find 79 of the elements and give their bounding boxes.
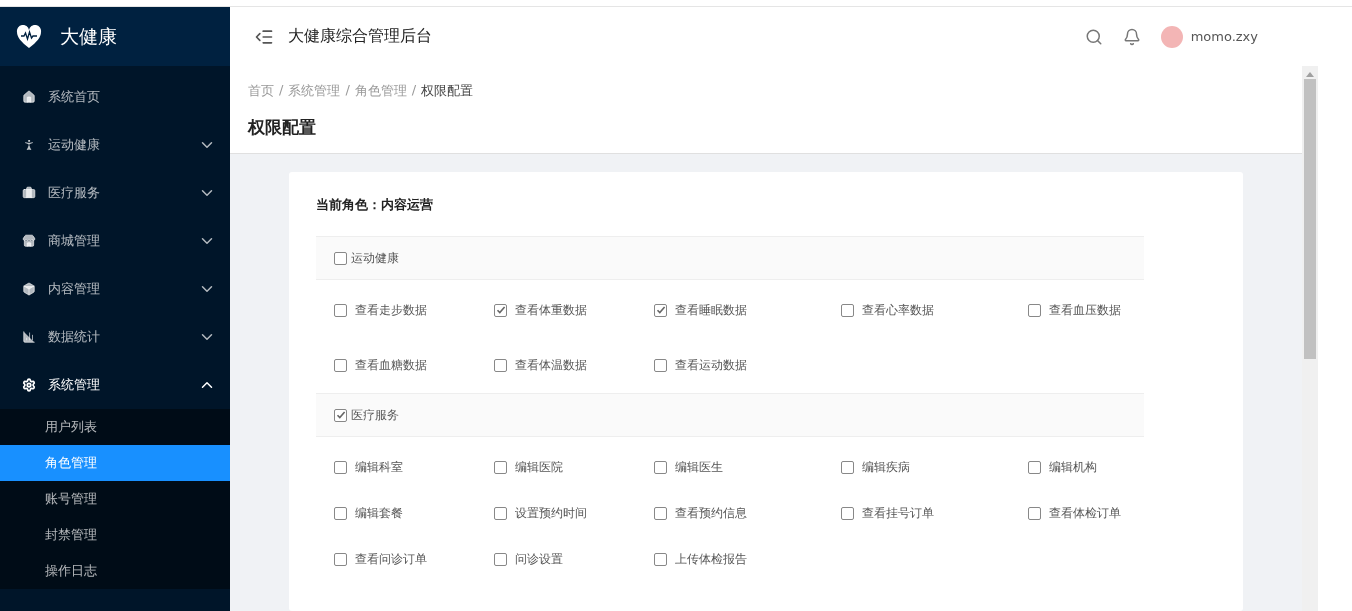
permission-checkbox[interactable]: 运动健康 — [334, 248, 399, 268]
permission-checkbox[interactable]: 查看血糖数据 — [334, 355, 494, 375]
scrollbar-thumb[interactable] — [1304, 79, 1316, 359]
submenu-item[interactable]: 账号管理 — [0, 481, 230, 517]
checkbox[interactable] — [654, 358, 667, 372]
menu-item[interactable]: 商城管理 — [0, 217, 230, 265]
submenu-item[interactable]: 操作日志 — [0, 553, 230, 589]
page-title: 权限配置 — [248, 116, 317, 139]
permission-checkbox[interactable]: 查看心率数据 — [841, 300, 1028, 320]
permission-checkbox[interactable]: 编辑科室 — [334, 457, 494, 477]
permission-checkbox[interactable]: 编辑套餐 — [334, 503, 494, 523]
checkbox[interactable] — [334, 251, 347, 265]
scrollbar[interactable] — [1302, 66, 1318, 611]
role-label: 当前角色：内容运营 — [316, 196, 434, 214]
permission-checkbox[interactable]: 查看走步数据 — [334, 300, 494, 320]
checkbox[interactable] — [494, 460, 507, 474]
menu-icon — [22, 330, 36, 344]
permission-checkbox[interactable]: 设置预约时间 — [494, 503, 654, 523]
checkbox[interactable] — [1028, 460, 1041, 474]
menu-icon — [22, 90, 36, 104]
permission-checkbox[interactable]: 查看预约信息 — [654, 503, 841, 523]
permission-checkbox[interactable]: 查看体重数据 — [494, 300, 654, 320]
checkbox[interactable] — [841, 460, 854, 474]
submenu-item[interactable]: 用户列表 — [0, 409, 230, 445]
permission-checkbox[interactable]: 查看问诊订单 — [334, 549, 494, 569]
checkbox[interactable] — [1028, 303, 1041, 317]
permission-checkbox[interactable]: 编辑医院 — [494, 457, 654, 477]
menu-item[interactable]: 系统管理 — [0, 361, 230, 409]
breadcrumb-separator: / — [279, 82, 284, 99]
checkbox[interactable] — [334, 460, 347, 474]
logo-text: 大健康 — [60, 23, 117, 49]
breadcrumb-separator: / — [411, 82, 417, 99]
checkbox[interactable] — [494, 552, 507, 566]
checkbox[interactable] — [494, 506, 507, 520]
checkbox[interactable] — [494, 303, 507, 317]
user-name[interactable]: momo.zxy — [1190, 29, 1258, 44]
checkbox[interactable] — [334, 408, 347, 422]
permission-checkbox[interactable]: 上传体检报告 — [654, 549, 841, 569]
checkbox[interactable] — [334, 358, 347, 372]
permission-checkbox[interactable]: 查看挂号订单 — [841, 503, 1028, 523]
menu-item[interactable]: 系统首页 — [0, 73, 230, 121]
breadcrumb-separator: / — [345, 82, 350, 99]
permission-checkbox[interactable]: 医疗服务 — [334, 405, 399, 425]
breadcrumb-item: 权限配置 — [421, 82, 474, 100]
checkbox[interactable] — [494, 358, 507, 372]
menu-icon — [22, 138, 36, 152]
permission-checkbox[interactable]: 查看血压数据 — [1028, 300, 1168, 320]
menu-icon — [22, 234, 36, 248]
menu-icon — [22, 378, 36, 392]
app-title: 大健康综合管理后台 — [288, 26, 433, 47]
checkbox[interactable] — [1028, 506, 1041, 520]
menu-icon — [22, 186, 36, 200]
permission-checkbox[interactable]: 查看睡眠数据 — [654, 300, 841, 320]
checkbox[interactable] — [654, 506, 667, 520]
heart-pulse-icon — [16, 24, 42, 49]
menu-icon — [22, 282, 36, 296]
permission-checkbox[interactable]: 编辑疾病 — [841, 457, 1028, 477]
menu-item[interactable]: 数据统计 — [0, 313, 230, 361]
search-icon[interactable] — [1084, 27, 1103, 46]
checkbox[interactable] — [334, 552, 347, 566]
checkbox[interactable] — [654, 552, 667, 566]
scroll-up-icon[interactable] — [1306, 71, 1314, 77]
menu-item[interactable]: 运动健康 — [0, 121, 230, 169]
checkbox[interactable] — [334, 506, 347, 520]
checkbox[interactable] — [654, 303, 667, 317]
checkbox[interactable] — [334, 303, 347, 317]
permission-checkbox[interactable]: 查看体检订单 — [1028, 503, 1168, 523]
checkbox[interactable] — [654, 460, 667, 474]
menu-item[interactable]: 内容管理 — [0, 265, 230, 313]
permission-checkbox[interactable]: 查看运动数据 — [654, 355, 841, 375]
bell-icon[interactable] — [1122, 27, 1141, 46]
permission-checkbox[interactable]: 问诊设置 — [494, 549, 654, 569]
checkbox[interactable] — [841, 506, 854, 520]
permission-checkbox[interactable]: 编辑医生 — [654, 457, 841, 477]
permission-checkbox[interactable]: 编辑机构 — [1028, 457, 1168, 477]
submenu-item[interactable]: 封禁管理 — [0, 517, 230, 553]
permission-checkbox[interactable]: 查看体温数据 — [494, 355, 654, 375]
checkbox[interactable] — [841, 303, 854, 317]
menu-item[interactable]: 医疗服务 — [0, 169, 230, 217]
